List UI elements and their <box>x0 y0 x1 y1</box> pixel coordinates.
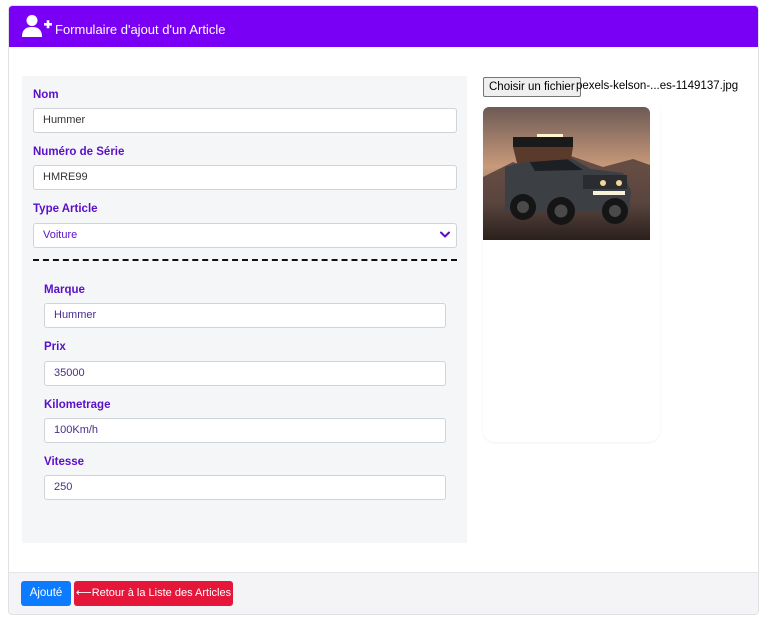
back-to-list-button[interactable]: ⟵Retour à la Liste des Articles <box>74 581 233 606</box>
article-form-card: Formulaire d'ajout d'un Article Nom Humm… <box>8 5 759 615</box>
type-article-select[interactable]: Voiture <box>33 223 457 248</box>
kilometrage-input[interactable]: 100Km/h <box>44 418 446 443</box>
kilometrage-label: Kilometrage <box>44 399 111 411</box>
numero-serie-input[interactable]: HMRE99 <box>33 165 457 190</box>
form-title: Formulaire d'ajout d'un Article <box>55 22 226 37</box>
card-footer: Ajouté ⟵Retour à la Liste des Articles <box>9 572 758 614</box>
marque-label: Marque <box>44 284 85 296</box>
selected-file-name: pexels-kelson-...es-1149137.jpg <box>576 80 739 92</box>
choose-file-button[interactable]: Choisir un fichier <box>483 77 581 97</box>
marque-input[interactable]: Hummer <box>44 303 446 328</box>
card-header: Formulaire d'ajout d'un Article <box>9 6 758 47</box>
numero-serie-label: Numéro de Série <box>33 146 125 158</box>
arrow-left-icon: ⟵ <box>75 587 92 599</box>
truck-image-preview <box>483 107 650 240</box>
vitesse-input[interactable]: 250 <box>44 475 446 500</box>
prix-input[interactable]: 35000 <box>44 361 446 386</box>
form-fields-panel: Nom Hummer Numéro de Série HMRE99 Type A… <box>22 76 467 543</box>
back-to-list-label: Retour à la Liste des Articles <box>91 587 232 599</box>
type-article-label: Type Article <box>33 203 98 215</box>
chevron-down-icon <box>440 231 450 238</box>
type-article-value: Voiture <box>43 229 78 241</box>
section-divider <box>33 259 457 261</box>
vitesse-label: Vitesse <box>44 456 85 468</box>
user-plus-icon <box>22 15 52 37</box>
nom-label: Nom <box>33 89 59 101</box>
prix-label: Prix <box>44 341 66 353</box>
add-article-button[interactable]: Ajouté <box>21 581 71 606</box>
nom-input[interactable]: Hummer <box>33 108 457 133</box>
